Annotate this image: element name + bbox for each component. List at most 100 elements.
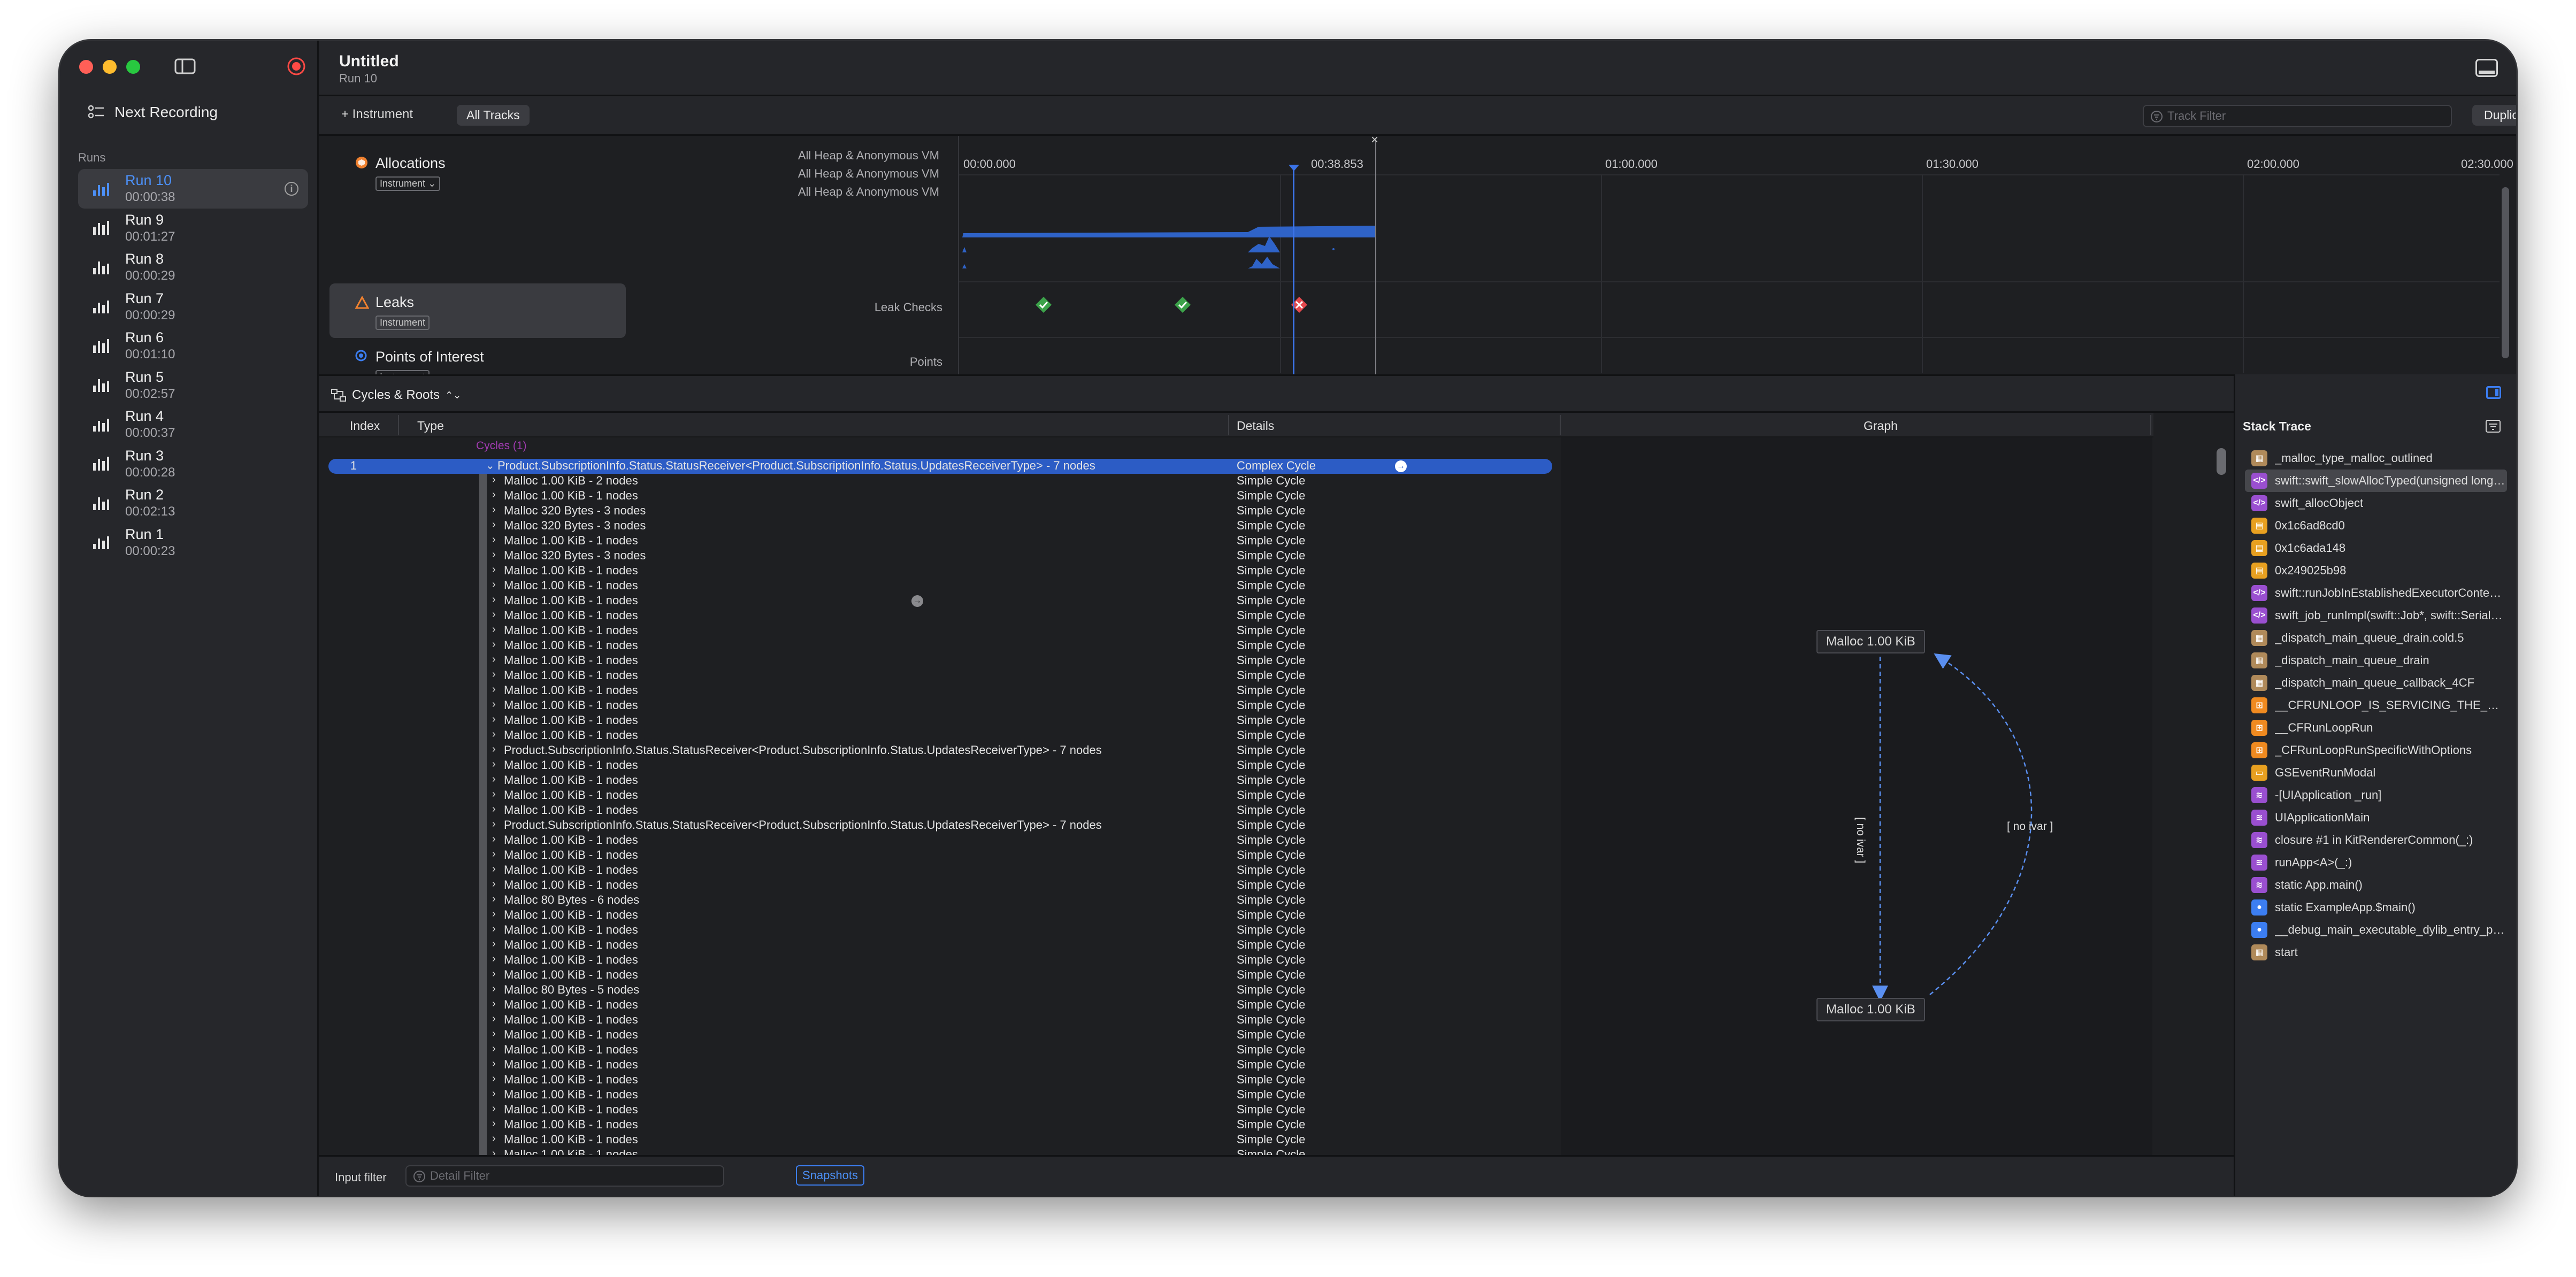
disclosure-collapsed-icon[interactable]: ›	[492, 863, 496, 875]
disclosure-collapsed-icon[interactable]: ›	[492, 983, 496, 995]
disclosure-collapsed-icon[interactable]: ›	[492, 908, 496, 920]
column-header-details[interactable]: Details	[1237, 419, 1274, 433]
bottom-panel-toggle-icon[interactable]	[2475, 59, 2498, 77]
table-row[interactable]: › Malloc 1.00 KiB - 1 nodes Simple Cycle	[319, 998, 1561, 1013]
table-row[interactable]: › Malloc 320 Bytes - 3 nodes Simple Cycle	[319, 549, 1561, 564]
stack-frame[interactable]: ≋ runApp<A>(_:)	[2245, 851, 2507, 874]
disclosure-collapsed-icon[interactable]: ›	[492, 564, 496, 576]
column-header-type[interactable]: Type	[417, 419, 444, 433]
table-row[interactable]: › Malloc 1.00 KiB - 1 nodes Simple Cycle	[319, 668, 1561, 683]
table-row[interactable]: › Malloc 1.00 KiB - 2 nodes Simple Cycle	[319, 474, 1561, 489]
stack-frame[interactable]: ≋ closure #1 in KitRendererCommon(_:)	[2245, 829, 2507, 851]
disclosure-collapsed-icon[interactable]: ›	[492, 848, 496, 860]
run-item[interactable]: Run 7 00:00:29	[78, 287, 308, 327]
zoom-window-button[interactable]	[126, 60, 140, 74]
disclosure-collapsed-icon[interactable]: ›	[492, 728, 496, 741]
snapshots-button[interactable]: Snapshots	[796, 1165, 864, 1186]
disclosure-collapsed-icon[interactable]: ›	[492, 1103, 496, 1115]
track-filter-input[interactable]: Track Filter	[2143, 105, 2452, 127]
stack-frame[interactable]: ⊞ _CFRunLoopRunSpecificWithOptions	[2245, 739, 2507, 761]
table-row[interactable]: › Malloc 1.00 KiB - 1 nodes Simple Cycle	[319, 773, 1561, 788]
table-row[interactable]: › Malloc 80 Bytes - 6 nodes Simple Cycle	[319, 893, 1561, 908]
table-row[interactable]: › Malloc 1.00 KiB - 1 nodes Simple Cycle	[319, 878, 1561, 893]
focus-arrow-icon[interactable]: →	[1395, 460, 1407, 472]
table-row[interactable]: › Malloc 1.00 KiB - 1 nodes Simple Cycle	[319, 788, 1561, 803]
disclosure-collapsed-icon[interactable]: ›	[492, 474, 496, 486]
run-item[interactable]: Run 3 00:00:28	[78, 444, 308, 484]
track-tag[interactable]: Instrument ⌄	[375, 176, 441, 191]
table-row[interactable]: › Product.SubscriptionInfo.Status.StatusR…	[319, 818, 1561, 833]
stack-frame[interactable]: ▦ start	[2245, 941, 2507, 964]
disclosure-collapsed-icon[interactable]: ›	[492, 1073, 496, 1085]
minimize-window-button[interactable]	[103, 60, 117, 74]
stack-frame[interactable]: ▦ _dispatch_main_queue_drain.cold.5	[2245, 627, 2507, 649]
table-row[interactable]: › Malloc 1.00 KiB - 1 nodes Simple Cycle	[319, 863, 1561, 878]
disclosure-collapsed-icon[interactable]: ›	[492, 549, 496, 561]
stack-frame[interactable]: ▦ _dispatch_main_queue_drain	[2245, 649, 2507, 672]
table-vertical-scrollbar[interactable]	[2217, 448, 2226, 475]
table-row[interactable]: › Malloc 320 Bytes - 3 nodes Simple Cycle	[319, 504, 1561, 519]
disclosure-collapsed-icon[interactable]: ›	[492, 713, 496, 726]
disclosure-collapsed-icon[interactable]: ›	[492, 698, 496, 711]
table-row[interactable]: › Malloc 1.00 KiB - 1 nodes Simple Cycle	[319, 968, 1561, 983]
table-row[interactable]: › Malloc 320 Bytes - 3 nodes Simple Cycle	[319, 519, 1561, 534]
table-row[interactable]: › Malloc 80 Bytes - 5 nodes Simple Cycle	[319, 983, 1561, 998]
table-row[interactable]: › Product.SubscriptionInfo.Status.StatusR…	[319, 743, 1561, 758]
disclosure-collapsed-icon[interactable]: ›	[492, 788, 496, 801]
disclosure-collapsed-icon[interactable]: ›	[492, 1043, 496, 1055]
next-recording-button[interactable]: Next Recording	[88, 104, 218, 121]
table-row[interactable]: › Malloc 1.00 KiB - 1 nodes Simple Cycle	[319, 534, 1561, 549]
table-row[interactable]: › Malloc 1.00 KiB - 1 nodes Simple Cycle	[319, 489, 1561, 504]
stack-frame[interactable]: ≋ static App.main()	[2245, 874, 2507, 896]
stack-frame[interactable]: ▤ 0x249025b98	[2245, 559, 2507, 582]
run-item[interactable]: Run 8 00:00:29	[78, 248, 308, 287]
disclosure-collapsed-icon[interactable]: ›	[492, 803, 496, 816]
disclosure-collapsed-icon[interactable]: ›	[492, 938, 496, 950]
run-info-icon[interactable]: i	[285, 182, 298, 196]
run-item[interactable]: Run 4 00:00:37	[78, 405, 308, 444]
table-row[interactable]: › Malloc 1.00 KiB - 1 nodes Simple Cycle	[319, 1088, 1561, 1103]
disclosure-collapsed-icon[interactable]: ›	[492, 1133, 496, 1145]
stack-frame[interactable]: </> swift::swift_slowAllocTyped(unsigned …	[2245, 470, 2507, 492]
disclosure-collapsed-icon[interactable]: ›	[492, 638, 496, 651]
disclosure-collapsed-icon[interactable]: ›	[492, 683, 496, 696]
run-item[interactable]: Run 2 00:02:13	[78, 483, 308, 523]
table-row[interactable]: › Malloc 1.00 KiB - 1 nodes Simple Cycle	[319, 638, 1561, 653]
table-row[interactable]: › Malloc 1.00 KiB - 1 nodes Simple Cycle	[319, 848, 1561, 863]
disclosure-collapsed-icon[interactable]: ›	[492, 1013, 496, 1025]
disclosure-collapsed-icon[interactable]: ›	[492, 668, 496, 681]
stack-frame[interactable]: ≋ UIApplicationMain	[2245, 806, 2507, 829]
run-item[interactable]: Run 1 00:00:23	[78, 523, 308, 563]
stack-frame[interactable]: ▤ 0x1c6ada148	[2245, 537, 2507, 559]
disclosure-collapsed-icon[interactable]: ›	[492, 579, 496, 591]
tracks-vertical-scrollbar[interactable]	[2502, 187, 2509, 358]
stack-frame[interactable]: ▦ _malloc_type_malloc_outlined	[2245, 447, 2507, 470]
stack-frame[interactable]: ▤ 0x1c6ad8cd0	[2245, 514, 2507, 537]
disclosure-collapsed-icon[interactable]: ›	[492, 489, 496, 501]
cycles-roots-selector[interactable]: Cycles & Roots ⌃⌄	[331, 388, 461, 403]
detail-filter-input[interactable]: Detail Filter	[405, 1165, 724, 1187]
stack-frame[interactable]: ● __debug_main_executable_dylib_entry_poi…	[2245, 919, 2507, 941]
table-row[interactable]: › Malloc 1.00 KiB - 1 nodes Simple Cycle	[319, 624, 1561, 638]
table-row[interactable]: › Malloc 1.00 KiB - 1 nodes Simple Cycle	[319, 953, 1561, 968]
run-item[interactable]: Run 5 00:02:57	[78, 366, 308, 405]
table-row[interactable]: › Malloc 1.00 KiB - 1 nodes Simple Cycle	[319, 908, 1561, 923]
disclosure-expanded-icon[interactable]: ⌄	[486, 459, 495, 472]
disclosure-collapsed-icon[interactable]: ›	[492, 923, 496, 935]
table-row[interactable]: › Malloc 1.00 KiB - 1 nodes Simple Cycle	[319, 1013, 1561, 1028]
table-row[interactable]: › Malloc 1.00 KiB - 1 nodes Simple Cycle	[319, 923, 1561, 938]
run-item[interactable]: Run 6 00:01:10	[78, 326, 308, 366]
stack-frame[interactable]: ▦ _dispatch_main_queue_callback_4CF	[2245, 672, 2507, 694]
table-row[interactable]: › Malloc 1.00 KiB - 1 nodes Simple Cycle	[319, 653, 1561, 668]
focus-arrow-icon[interactable]: →	[911, 595, 923, 607]
disclosure-collapsed-icon[interactable]: ›	[492, 534, 496, 546]
leak-check-ok-icon[interactable]	[1174, 296, 1191, 316]
graph-node-bottom[interactable]: Malloc 1.00 KiB	[1816, 998, 1925, 1021]
run-item[interactable]: Run 9 00:01:27	[78, 209, 308, 248]
disclosure-collapsed-icon[interactable]: ›	[492, 594, 496, 606]
table-row[interactable]: › Malloc 1.00 KiB - 1 nodes Simple Cycle	[319, 609, 1561, 624]
table-row[interactable]: › Malloc 1.00 KiB - 1 nodes Simple Cycle	[319, 1058, 1561, 1073]
disclosure-collapsed-icon[interactable]: ›	[492, 893, 496, 905]
stack-frame[interactable]: ▭ GSEventRunModal	[2245, 761, 2507, 784]
stack-trace-options-icon[interactable]	[2485, 419, 2501, 437]
